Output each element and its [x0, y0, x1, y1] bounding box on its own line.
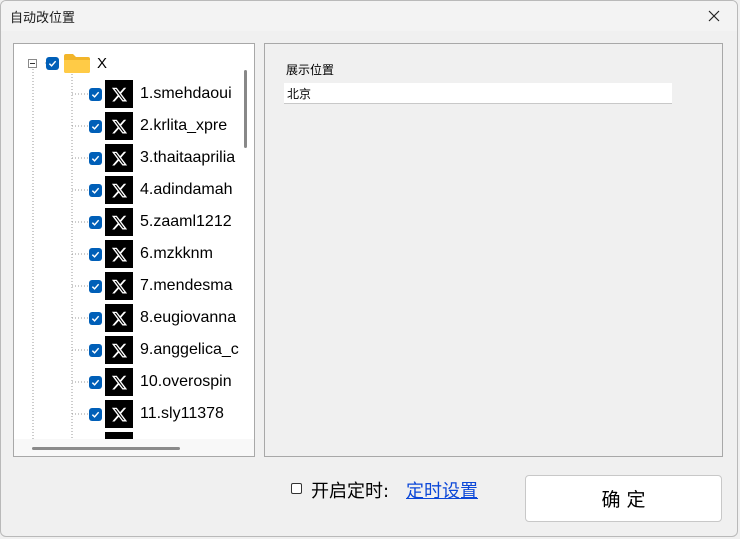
x-logo-icon	[105, 80, 133, 108]
tree-item[interactable]: 8.eugiovanna	[89, 304, 236, 332]
checkmark-icon	[48, 60, 57, 67]
vertical-scrollbar[interactable]	[244, 70, 247, 148]
item-label: 1.smehdaoui	[140, 85, 232, 102]
item-checkbox[interactable]	[89, 375, 102, 389]
close-button[interactable]	[691, 1, 737, 31]
tree-item[interactable]: 11.sly11378	[89, 400, 224, 428]
x-logo-icon	[105, 400, 133, 428]
checkmark-icon	[91, 283, 100, 290]
item-checkbox[interactable]	[89, 247, 102, 261]
x-logo-icon	[105, 176, 133, 204]
x-logo-icon	[105, 240, 133, 268]
tree-item[interactable]: 10.overospin	[89, 368, 232, 396]
item-checkbox[interactable]	[89, 279, 102, 293]
checkmark-icon	[91, 187, 100, 194]
x-logo-icon	[105, 336, 133, 364]
item-checkbox[interactable]	[89, 311, 102, 325]
close-icon	[708, 10, 720, 22]
title-bar: 自动改位置	[1, 1, 737, 31]
x-logo-icon	[105, 272, 133, 300]
item-label: 8.eugiovanna	[140, 309, 237, 326]
horizontal-scrollbar[interactable]	[32, 447, 180, 450]
window-title: 自动改位置	[10, 11, 76, 26]
tree-item[interactable]: 2.krlita_xpre	[89, 112, 227, 140]
item-label: 9.anggelica_c	[140, 341, 239, 358]
tree-item[interactable]: 4.adindamah	[89, 176, 233, 204]
item-checkbox[interactable]	[89, 119, 102, 133]
account-tree[interactable]: X 1.smehdaoui 2.krlita_xpre 3.thaitaaprili…	[13, 43, 255, 457]
tree-item[interactable]: 5.zaaml1212	[89, 208, 232, 236]
timer-settings-link[interactable]: 定时设置	[406, 477, 478, 503]
item-label: 4.adindamah	[140, 181, 233, 198]
item-label: 5.zaaml1212	[140, 213, 232, 230]
checkmark-icon	[91, 91, 100, 98]
x-logo-icon	[105, 368, 133, 396]
tree-item[interactable]: 9.anggelica_c	[89, 336, 239, 364]
tree-root[interactable]: X	[28, 52, 107, 74]
item-label: 6.mzkknm	[140, 245, 213, 262]
dialog-window: 自动改位置 X 1.smehdaoui 2.krlita_xpre 3.thai…	[0, 0, 738, 537]
checkmark-icon	[91, 347, 100, 354]
tree-item[interactable]: 7.mendesma	[89, 272, 233, 300]
root-checkbox[interactable]	[46, 56, 59, 70]
checkmark-icon	[91, 315, 100, 322]
folder-icon	[64, 54, 90, 73]
item-checkbox[interactable]	[89, 183, 102, 197]
confirm-button[interactable]: 确 定	[525, 475, 722, 522]
timer-label: 开启定时:	[311, 481, 390, 502]
display-location-label: 展示位置	[286, 63, 335, 77]
checkmark-icon	[91, 379, 100, 386]
item-label: 2.krlita_xpre	[140, 117, 228, 134]
checkmark-icon	[91, 155, 100, 162]
checkmark-icon	[91, 219, 100, 226]
item-checkbox[interactable]	[89, 215, 102, 229]
x-logo-icon	[105, 304, 133, 332]
checkmark-icon	[91, 123, 100, 130]
timer-checkbox[interactable]	[291, 483, 302, 494]
tree-item[interactable]: 1.smehdaoui	[89, 80, 232, 108]
item-label: 10.overospin	[140, 373, 232, 390]
item-checkbox[interactable]	[89, 151, 102, 165]
item-checkbox[interactable]	[89, 87, 102, 101]
item-checkbox[interactable]	[89, 407, 102, 421]
settings-panel: 展示位置	[264, 43, 723, 457]
item-label: 7.mendesma	[140, 277, 233, 294]
root-label: X	[97, 54, 108, 72]
item-checkbox[interactable]	[89, 343, 102, 357]
x-logo-icon	[105, 112, 133, 140]
x-logo-icon	[105, 144, 133, 172]
item-label: 11.sly11378	[140, 405, 224, 422]
item-label: 3.thaitaaprilia	[140, 149, 236, 166]
collapse-toggle[interactable]	[28, 58, 37, 68]
display-location-input[interactable]	[284, 83, 672, 104]
checkmark-icon	[91, 251, 100, 258]
tree-item[interactable]: 6.mzkknm	[89, 240, 213, 268]
x-logo-icon	[105, 208, 133, 236]
checkmark-icon	[91, 411, 100, 418]
tree-item[interactable]: 3.thaitaaprilia	[89, 144, 235, 172]
